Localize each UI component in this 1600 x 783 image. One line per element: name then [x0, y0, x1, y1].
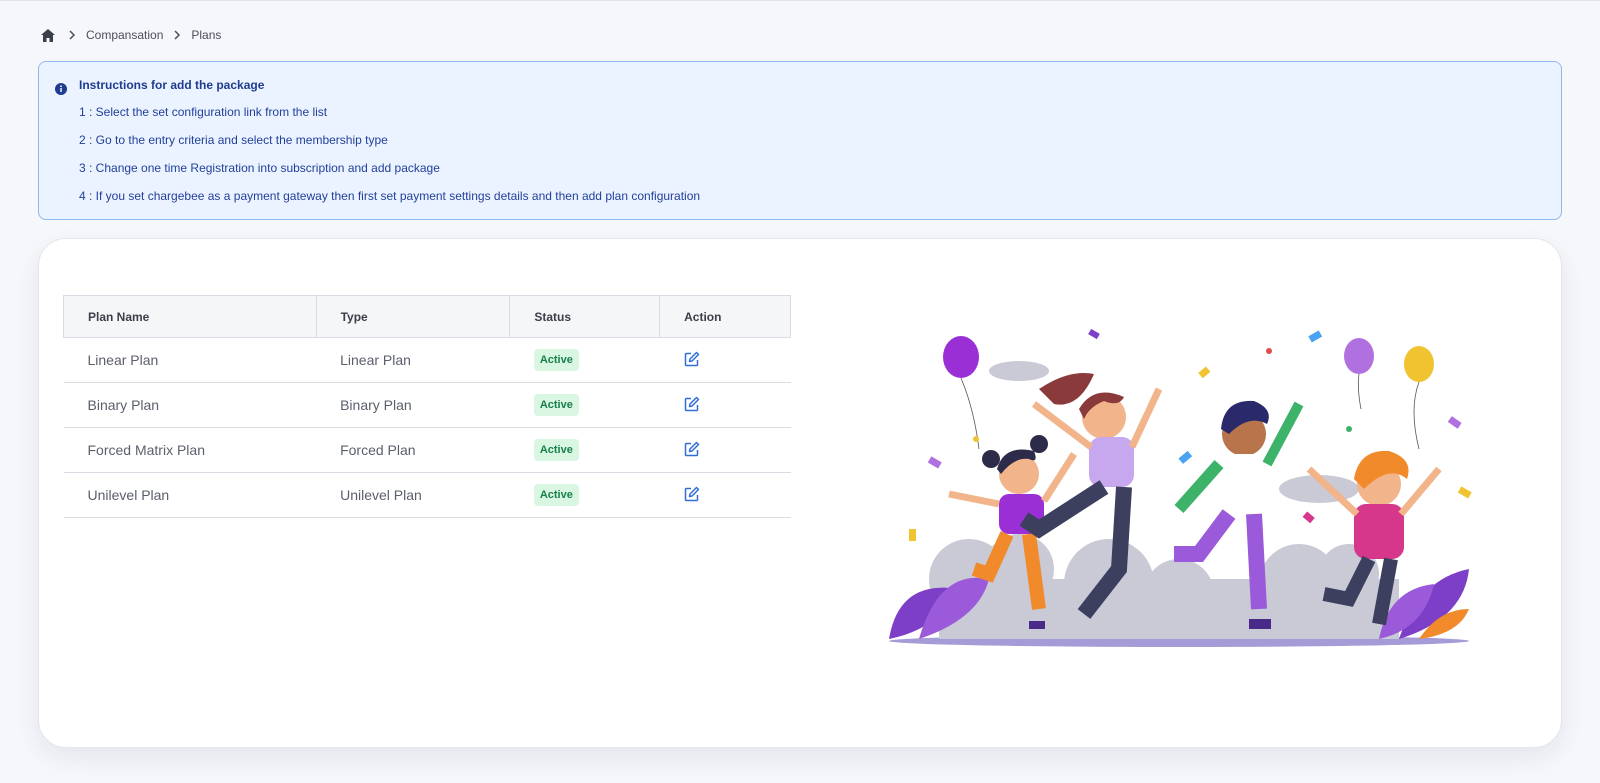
- plan-name-cell: Binary Plan: [63, 382, 317, 428]
- instruction-step: 2 : Go to the entry criteria and select …: [79, 133, 388, 147]
- table-row: Forced Matrix Plan Forced Plan Active: [63, 427, 791, 473]
- status-badge: Active: [533, 439, 579, 461]
- chevron-right-icon: [173, 29, 185, 41]
- plans-table: Plan Name Type Status Action Linear Plan…: [63, 295, 791, 518]
- table-row: Linear Plan Linear Plan Active: [63, 337, 791, 383]
- action-cell: [659, 427, 791, 473]
- action-cell: [659, 472, 791, 518]
- edit-icon[interactable]: [684, 396, 700, 412]
- action-cell: [659, 337, 791, 383]
- plan-type-cell: Linear Plan: [316, 337, 510, 383]
- column-header-type: Type: [315, 295, 511, 338]
- status-badge: Active: [533, 349, 579, 371]
- edit-icon[interactable]: [684, 486, 700, 502]
- status-cell: Active: [509, 472, 660, 518]
- instruction-step: 1 : Select the set configuration link fr…: [79, 105, 328, 119]
- status-cell: Active: [509, 427, 660, 473]
- column-header-status: Status: [509, 295, 661, 338]
- plan-type-cell: Unilevel Plan: [316, 472, 510, 518]
- column-header-action: Action: [659, 295, 791, 338]
- breadcrumb: Compansation Plans: [40, 26, 229, 44]
- plan-name-cell: Unilevel Plan: [63, 472, 317, 518]
- status-badge: Active: [533, 484, 579, 506]
- edit-icon[interactable]: [684, 441, 700, 457]
- status-cell: Active: [509, 337, 660, 383]
- celebration-illustration: [879, 328, 1479, 659]
- chevron-right-icon: [68, 29, 80, 41]
- status-cell: Active: [509, 382, 660, 428]
- plan-name-cell: Linear Plan: [63, 337, 317, 383]
- table-header-row: Plan Name Type Status Action: [63, 295, 791, 338]
- instruction-step: 3 : Change one time Registration into su…: [79, 161, 440, 175]
- status-badge: Active: [533, 394, 579, 416]
- info-icon: [55, 82, 67, 95]
- plans-card: Plan Name Type Status Action Linear Plan…: [38, 238, 1562, 748]
- action-cell: [659, 382, 791, 428]
- column-header-plan-name: Plan Name: [63, 295, 317, 338]
- plan-name-cell: Forced Matrix Plan: [63, 427, 317, 473]
- table-row: Binary Plan Binary Plan Active: [63, 382, 791, 428]
- instructions-title: Instructions for add the package: [79, 78, 265, 92]
- breadcrumb-compansation[interactable]: Compansation: [86, 28, 163, 42]
- plan-type-cell: Forced Plan: [316, 427, 510, 473]
- home-icon[interactable]: [40, 27, 56, 43]
- table-row: Unilevel Plan Unilevel Plan Active: [63, 472, 791, 518]
- edit-icon[interactable]: [684, 351, 700, 367]
- plan-type-cell: Binary Plan: [316, 382, 510, 428]
- instruction-step: 4 : If you set chargebee as a payment ga…: [79, 189, 701, 203]
- top-divider: [0, 0, 1600, 1]
- instructions-panel: Instructions for add the package 1 : Sel…: [38, 61, 1562, 220]
- breadcrumb-plans[interactable]: Plans: [191, 28, 221, 42]
